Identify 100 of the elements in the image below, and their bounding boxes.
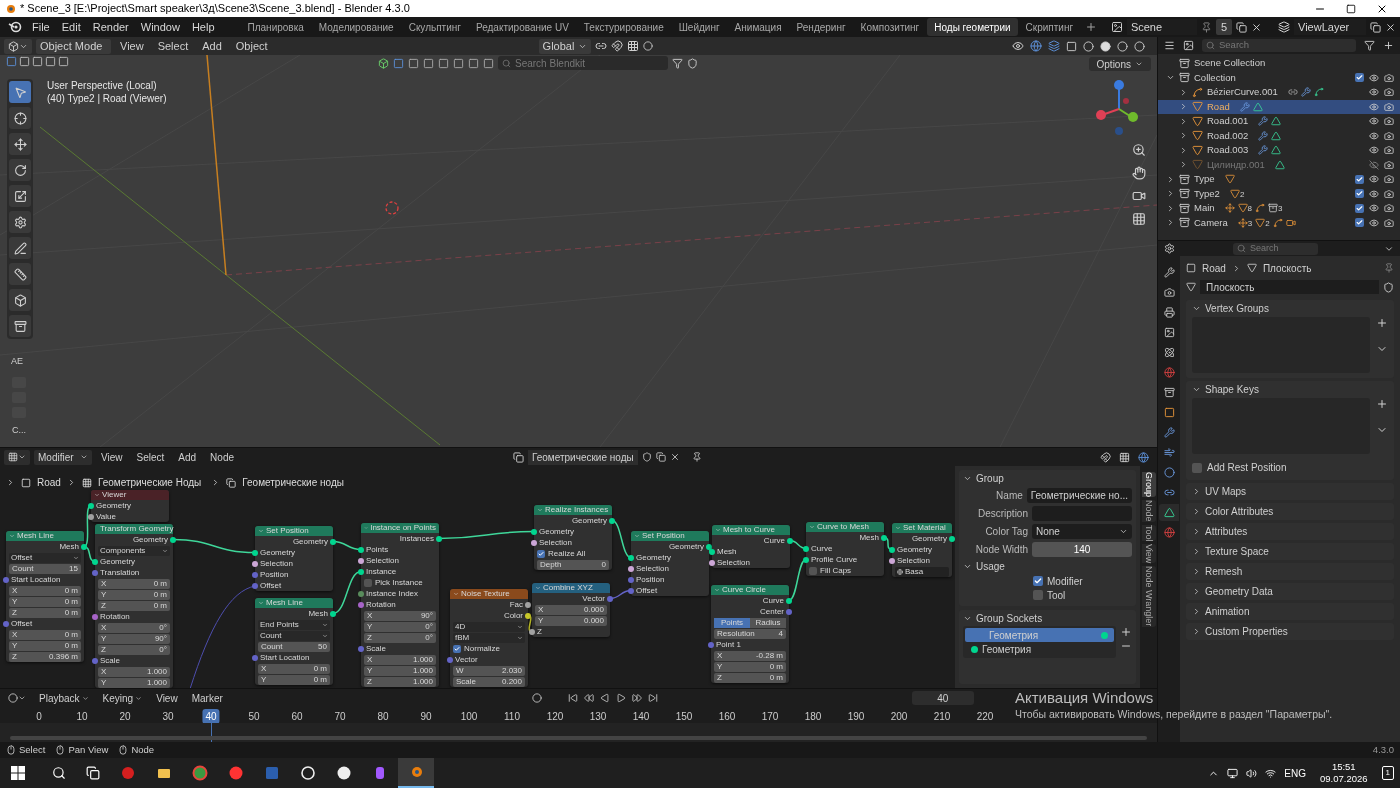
workspace-tab[interactable]: Скриптинг xyxy=(1018,18,1081,36)
menu-item[interactable]: Marker xyxy=(186,690,228,706)
menu-item[interactable]: Edit xyxy=(55,18,87,36)
node-field[interactable]: X 0° xyxy=(98,622,170,633)
node-field[interactable]: Scale 0.200 xyxy=(453,676,525,687)
node-dropdown[interactable]: Count xyxy=(258,630,330,641)
node-field[interactable]: X 1.000 xyxy=(364,654,436,665)
panel-title[interactable]: Group Sockets xyxy=(976,610,1043,626)
node-field[interactable]: Y 0 m xyxy=(98,589,170,600)
node-toggle[interactable]: Points xyxy=(714,617,750,628)
current-frame-field[interactable]: 40 xyxy=(911,691,974,705)
node-dropdown[interactable]: Components xyxy=(98,545,170,556)
panel-header[interactable]: Remesh xyxy=(1186,563,1394,580)
node-tree-field[interactable]: Геометрические ноды xyxy=(528,449,638,465)
view-layer-field[interactable]: ViewLayer xyxy=(1294,19,1366,35)
node-field[interactable]: X 0 m xyxy=(98,578,170,589)
node-field[interactable]: X -0.28 m xyxy=(714,650,786,661)
node-field[interactable]: X 0 m xyxy=(9,585,81,596)
panel-title[interactable]: Group xyxy=(976,470,1004,486)
node-field[interactable]: Y 0.000 xyxy=(535,615,607,626)
menu-item[interactable]: Object xyxy=(230,37,273,55)
node-field[interactable]: X 1.000 xyxy=(98,666,170,677)
node-field[interactable]: Z 0° xyxy=(364,632,436,643)
breadcrumb[interactable]: Геометрические Ноды xyxy=(97,475,202,490)
node-card[interactable]: Noise Texture Fac Color 4D fBM Normalize Vector W 2.030 Scale 0.200 xyxy=(450,589,528,687)
outliner-row[interactable]: BézierCurve.001 xyxy=(1158,85,1400,100)
node-field[interactable]: Z 1.000 xyxy=(364,676,436,687)
breadcrumb[interactable]: Геометрические ноды xyxy=(242,475,344,490)
node-dropdown[interactable]: fBM xyxy=(453,632,525,643)
node-field[interactable]: Y 0 m xyxy=(9,640,81,651)
node-card[interactable]: Combine XYZ Vector X 0.000 Y 0.000 Z xyxy=(532,583,610,637)
material-field[interactable]: Basa xyxy=(895,566,949,577)
node-field[interactable]: Z 0° xyxy=(98,644,170,655)
node-field[interactable]: Count 50 xyxy=(258,641,330,652)
node-card[interactable]: Mesh Line Mesh End Points Count Count 50 Start Location X 0 m Y 0 m xyxy=(255,598,333,685)
menu-item[interactable]: Select xyxy=(152,37,194,55)
node-card[interactable]: Mesh Line Mesh Offset Count 15 Start Location X 0 m Y 0 m Z 0 m Offset X 0 m Y 0 m Z 0.396 m xyxy=(6,531,84,662)
menu-item[interactable]: Window xyxy=(134,18,186,36)
node-field[interactable]: X 90° xyxy=(364,610,436,621)
outliner-row[interactable]: Road xyxy=(1158,99,1400,114)
orientation-dropdown[interactable]: Global xyxy=(538,38,592,54)
node-field[interactable]: Resolution 4 xyxy=(714,628,786,639)
outliner-row[interactable]: Road.001 xyxy=(1158,114,1400,129)
node-field[interactable]: Y 1.000 xyxy=(364,665,436,676)
node-card[interactable]: Transform Geometry Geometry Components Geometry Translation X 0 m Y 0 m Z 0 m Rotation X 0° Y 90° Z 0° Scale X 1.000 Y 1.000 xyxy=(95,524,173,688)
options-dropdown[interactable]: Options xyxy=(1088,57,1151,71)
node-field[interactable]: Y 1.000 xyxy=(98,677,170,688)
node-toggle[interactable]: Radius xyxy=(750,617,786,628)
node-card[interactable]: Instance on Points Instances Points Selection Instance Pick Instance Instance Index Rotation X 90° Y 0° Z 0° Scale X 1.000 Y 1.000 Z 1.000 xyxy=(361,523,439,687)
node-card[interactable]: Mesh to Curve Curve Mesh Selection xyxy=(712,525,790,568)
node-card[interactable]: Set Position Geometry Geometry Selection Position Offset xyxy=(255,526,333,591)
datablock-field[interactable]: Плоскость xyxy=(1200,280,1379,294)
menu-item[interactable]: Help xyxy=(185,18,221,36)
menu-item[interactable]: Keying xyxy=(97,690,148,706)
outliner-row[interactable]: Main 8 3 xyxy=(1158,201,1400,216)
scene-field[interactable]: Scene xyxy=(1126,19,1197,35)
color-tag-dropdown[interactable]: None xyxy=(1032,523,1132,539)
breadcrumb[interactable]: Road xyxy=(37,475,61,490)
panel-header[interactable]: Texture Space xyxy=(1186,543,1394,560)
node-field[interactable]: Z 0 m xyxy=(98,600,170,611)
outliner-row[interactable]: Road.003 xyxy=(1158,143,1400,158)
workspace-tab[interactable]: Анимация xyxy=(727,18,789,36)
node-card[interactable]: Set Material Geometry Geometry Selection Basa xyxy=(892,523,952,577)
sidebar-tab[interactable]: Node xyxy=(1141,500,1156,522)
node-card[interactable]: Set Position Geometry Geometry Selection Position Offset xyxy=(631,531,709,596)
outliner-row[interactable]: Type xyxy=(1158,172,1400,187)
workspace-tab[interactable]: Рендеринг xyxy=(789,18,853,36)
menu-item[interactable]: File xyxy=(26,18,56,36)
language-indicator[interactable]: ENG xyxy=(1284,765,1306,781)
outliner-row[interactable]: Road.002 xyxy=(1158,128,1400,143)
workspace-tab[interactable]: Планировка xyxy=(240,18,311,36)
node-field[interactable]: Y 0 m xyxy=(714,661,786,672)
node-card[interactable]: Curve to Mesh Mesh Curve Profile Curve Fill Caps xyxy=(806,522,884,576)
panel-header[interactable]: Attributes xyxy=(1186,523,1394,540)
outliner-row[interactable]: Camera 3 2 xyxy=(1158,215,1400,230)
number-field[interactable]: 140 xyxy=(1032,541,1132,557)
menu-item[interactable]: View xyxy=(115,37,149,55)
node-field[interactable]: Y 0 m xyxy=(9,596,81,607)
menu-item[interactable]: Node xyxy=(205,449,239,465)
mode-dropdown[interactable]: Modifier xyxy=(34,449,92,465)
workspace-tab[interactable]: Редактирование UV xyxy=(468,18,576,36)
node-dropdown[interactable]: End Points xyxy=(258,619,330,630)
node-field[interactable]: Depth 0 xyxy=(537,559,609,570)
mode-dropdown[interactable]: Object Mode xyxy=(36,38,111,54)
panel-header[interactable]: Geometry Data xyxy=(1186,583,1394,600)
outliner-row[interactable]: Scene Collection xyxy=(1158,56,1400,71)
menu-item[interactable]: Playback xyxy=(34,690,94,706)
panel-header[interactable]: Custom Properties xyxy=(1186,623,1394,640)
text-field[interactable]: Геометрические но... xyxy=(1026,487,1132,503)
node-field[interactable]: Y 0° xyxy=(364,621,436,632)
node-field[interactable]: Z 0.396 m xyxy=(9,651,81,662)
node-field[interactable]: X 0 m xyxy=(9,629,81,640)
workspace-tab[interactable]: Скульптинг xyxy=(401,18,468,36)
menu-item[interactable]: View xyxy=(151,690,183,706)
sidebar-tab[interactable]: Group xyxy=(1141,472,1156,497)
sidebar-tab[interactable]: Tool xyxy=(1141,524,1156,542)
menu-item[interactable]: Select xyxy=(131,449,170,465)
panel-header[interactable]: UV Maps xyxy=(1186,483,1394,500)
menu-item[interactable]: View xyxy=(96,449,128,465)
node-field[interactable]: W 2.030 xyxy=(453,665,525,676)
